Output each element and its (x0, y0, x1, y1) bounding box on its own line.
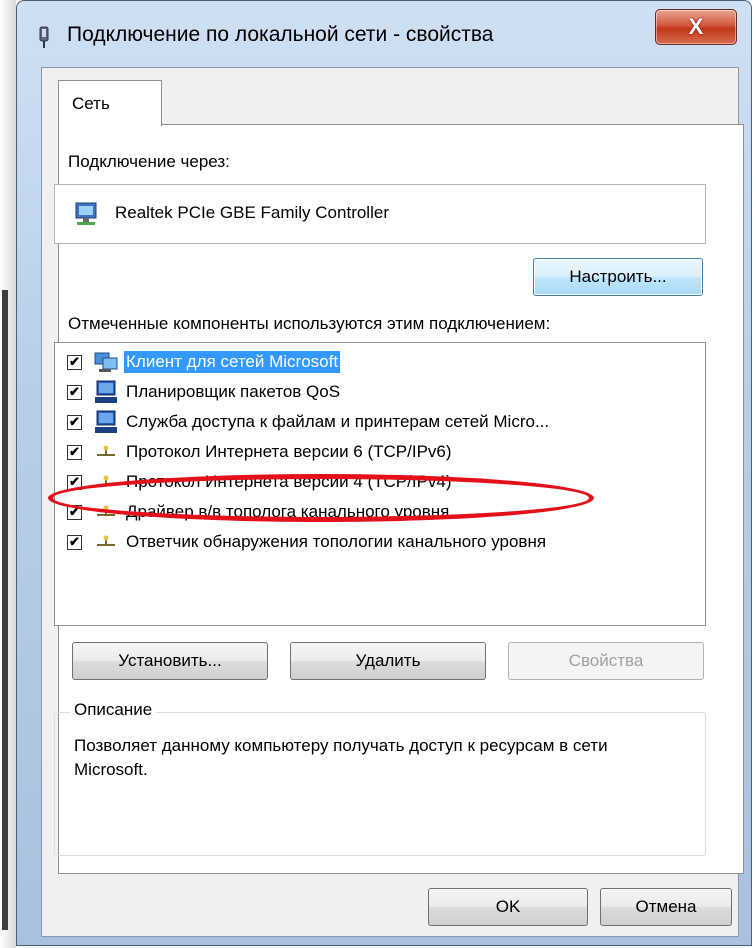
install-button[interactable]: Установить... (72, 642, 268, 680)
description-text: Позволяет данному компьютеру получать до… (74, 736, 608, 779)
network-adapter-icon (39, 26, 49, 48)
properties-button-label: Свойства (568, 651, 644, 670)
ok-button-label: OK (495, 897, 521, 916)
adapter-field: Realtek PCIe GBE Family Controller (54, 184, 706, 244)
properties-button[interactable]: Свойства (508, 642, 704, 680)
checkbox[interactable]: ✔ (67, 414, 82, 430)
checkbox[interactable]: ✔ (67, 444, 82, 460)
configure-button-label: Настроить... (569, 267, 667, 286)
list-item[interactable]: ✔ Служба доступа к файлам и принтерам се… (67, 407, 551, 437)
tab-network[interactable]: Сеть (58, 80, 162, 126)
list-item[interactable]: ✔ Ответчик обнаружения топологии канальн… (67, 527, 548, 557)
remove-button-label: Удалить (355, 651, 421, 670)
adapter-name: Realtek PCIe GBE Family Controller (115, 203, 389, 222)
components-list[interactable]: ✔ Клиент для сетей Microsoft ✔ Планировщ… (54, 342, 706, 626)
list-item-label: Клиент для сетей Microsoft (124, 351, 341, 373)
protocol-icon (92, 469, 120, 495)
list-item[interactable]: ✔ Протокол Интернета версии 6 (TCP/IPv6) (67, 437, 454, 467)
computer-icon (92, 409, 120, 435)
checkbox[interactable]: ✔ (67, 384, 82, 400)
list-item-label: Служба доступа к файлам и принтерам сете… (126, 412, 550, 431)
list-item[interactable]: ✔ Планировщик пакетов QoS (67, 377, 342, 407)
network-card-icon (75, 202, 97, 225)
list-item-label: Драйвер в/в тополога канального уровня (126, 502, 450, 521)
configure-button[interactable]: Настроить... (533, 258, 703, 296)
remove-button[interactable]: Удалить (290, 642, 486, 680)
list-item-label: Ответчик обнаружения топологии канальног… (126, 532, 547, 551)
list-item-label: Протокол Интернета версии 4 (TCP/IPv4) (126, 472, 452, 491)
protocol-icon (92, 439, 120, 465)
description-title: Описание (70, 700, 157, 720)
cancel-button-label: Отмена (635, 897, 697, 916)
network-client-icon (92, 349, 120, 375)
window-title: Подключение по локальной сети - свойства (67, 23, 494, 46)
list-item-label: Планировщик пакетов QoS (126, 382, 341, 401)
components-label: Отмеченные компоненты используются этим … (68, 314, 551, 333)
close-icon: X (688, 14, 704, 39)
background-edge (0, 0, 16, 948)
checkbox[interactable]: ✔ (67, 474, 82, 490)
checkbox[interactable]: ✔ (67, 534, 82, 550)
protocol-icon (92, 499, 120, 525)
cancel-button[interactable]: Отмена (600, 888, 732, 926)
protocol-icon (92, 529, 120, 555)
install-button-label: Установить... (118, 651, 222, 670)
list-item[interactable]: ✔ Драйвер в/в тополога канального уровня (67, 497, 451, 527)
connect-via-label: Подключение через: (68, 152, 230, 171)
checkbox[interactable]: ✔ (67, 354, 82, 370)
checkbox[interactable]: ✔ (67, 504, 82, 520)
list-item[interactable]: ✔ Протокол Интернета версии 4 (TCP/IPv4) (67, 467, 454, 497)
ok-button[interactable]: OK (428, 888, 588, 926)
title-bar[interactable]: Подключение по локальной сети - свойства… (17, 1, 751, 67)
list-item-label: Протокол Интернета версии 6 (TCP/IPv6) (126, 442, 452, 461)
list-item[interactable]: ✔ Клиент для сетей Microsoft (67, 347, 341, 377)
close-button[interactable]: X (655, 9, 737, 45)
computer-icon (92, 379, 120, 405)
